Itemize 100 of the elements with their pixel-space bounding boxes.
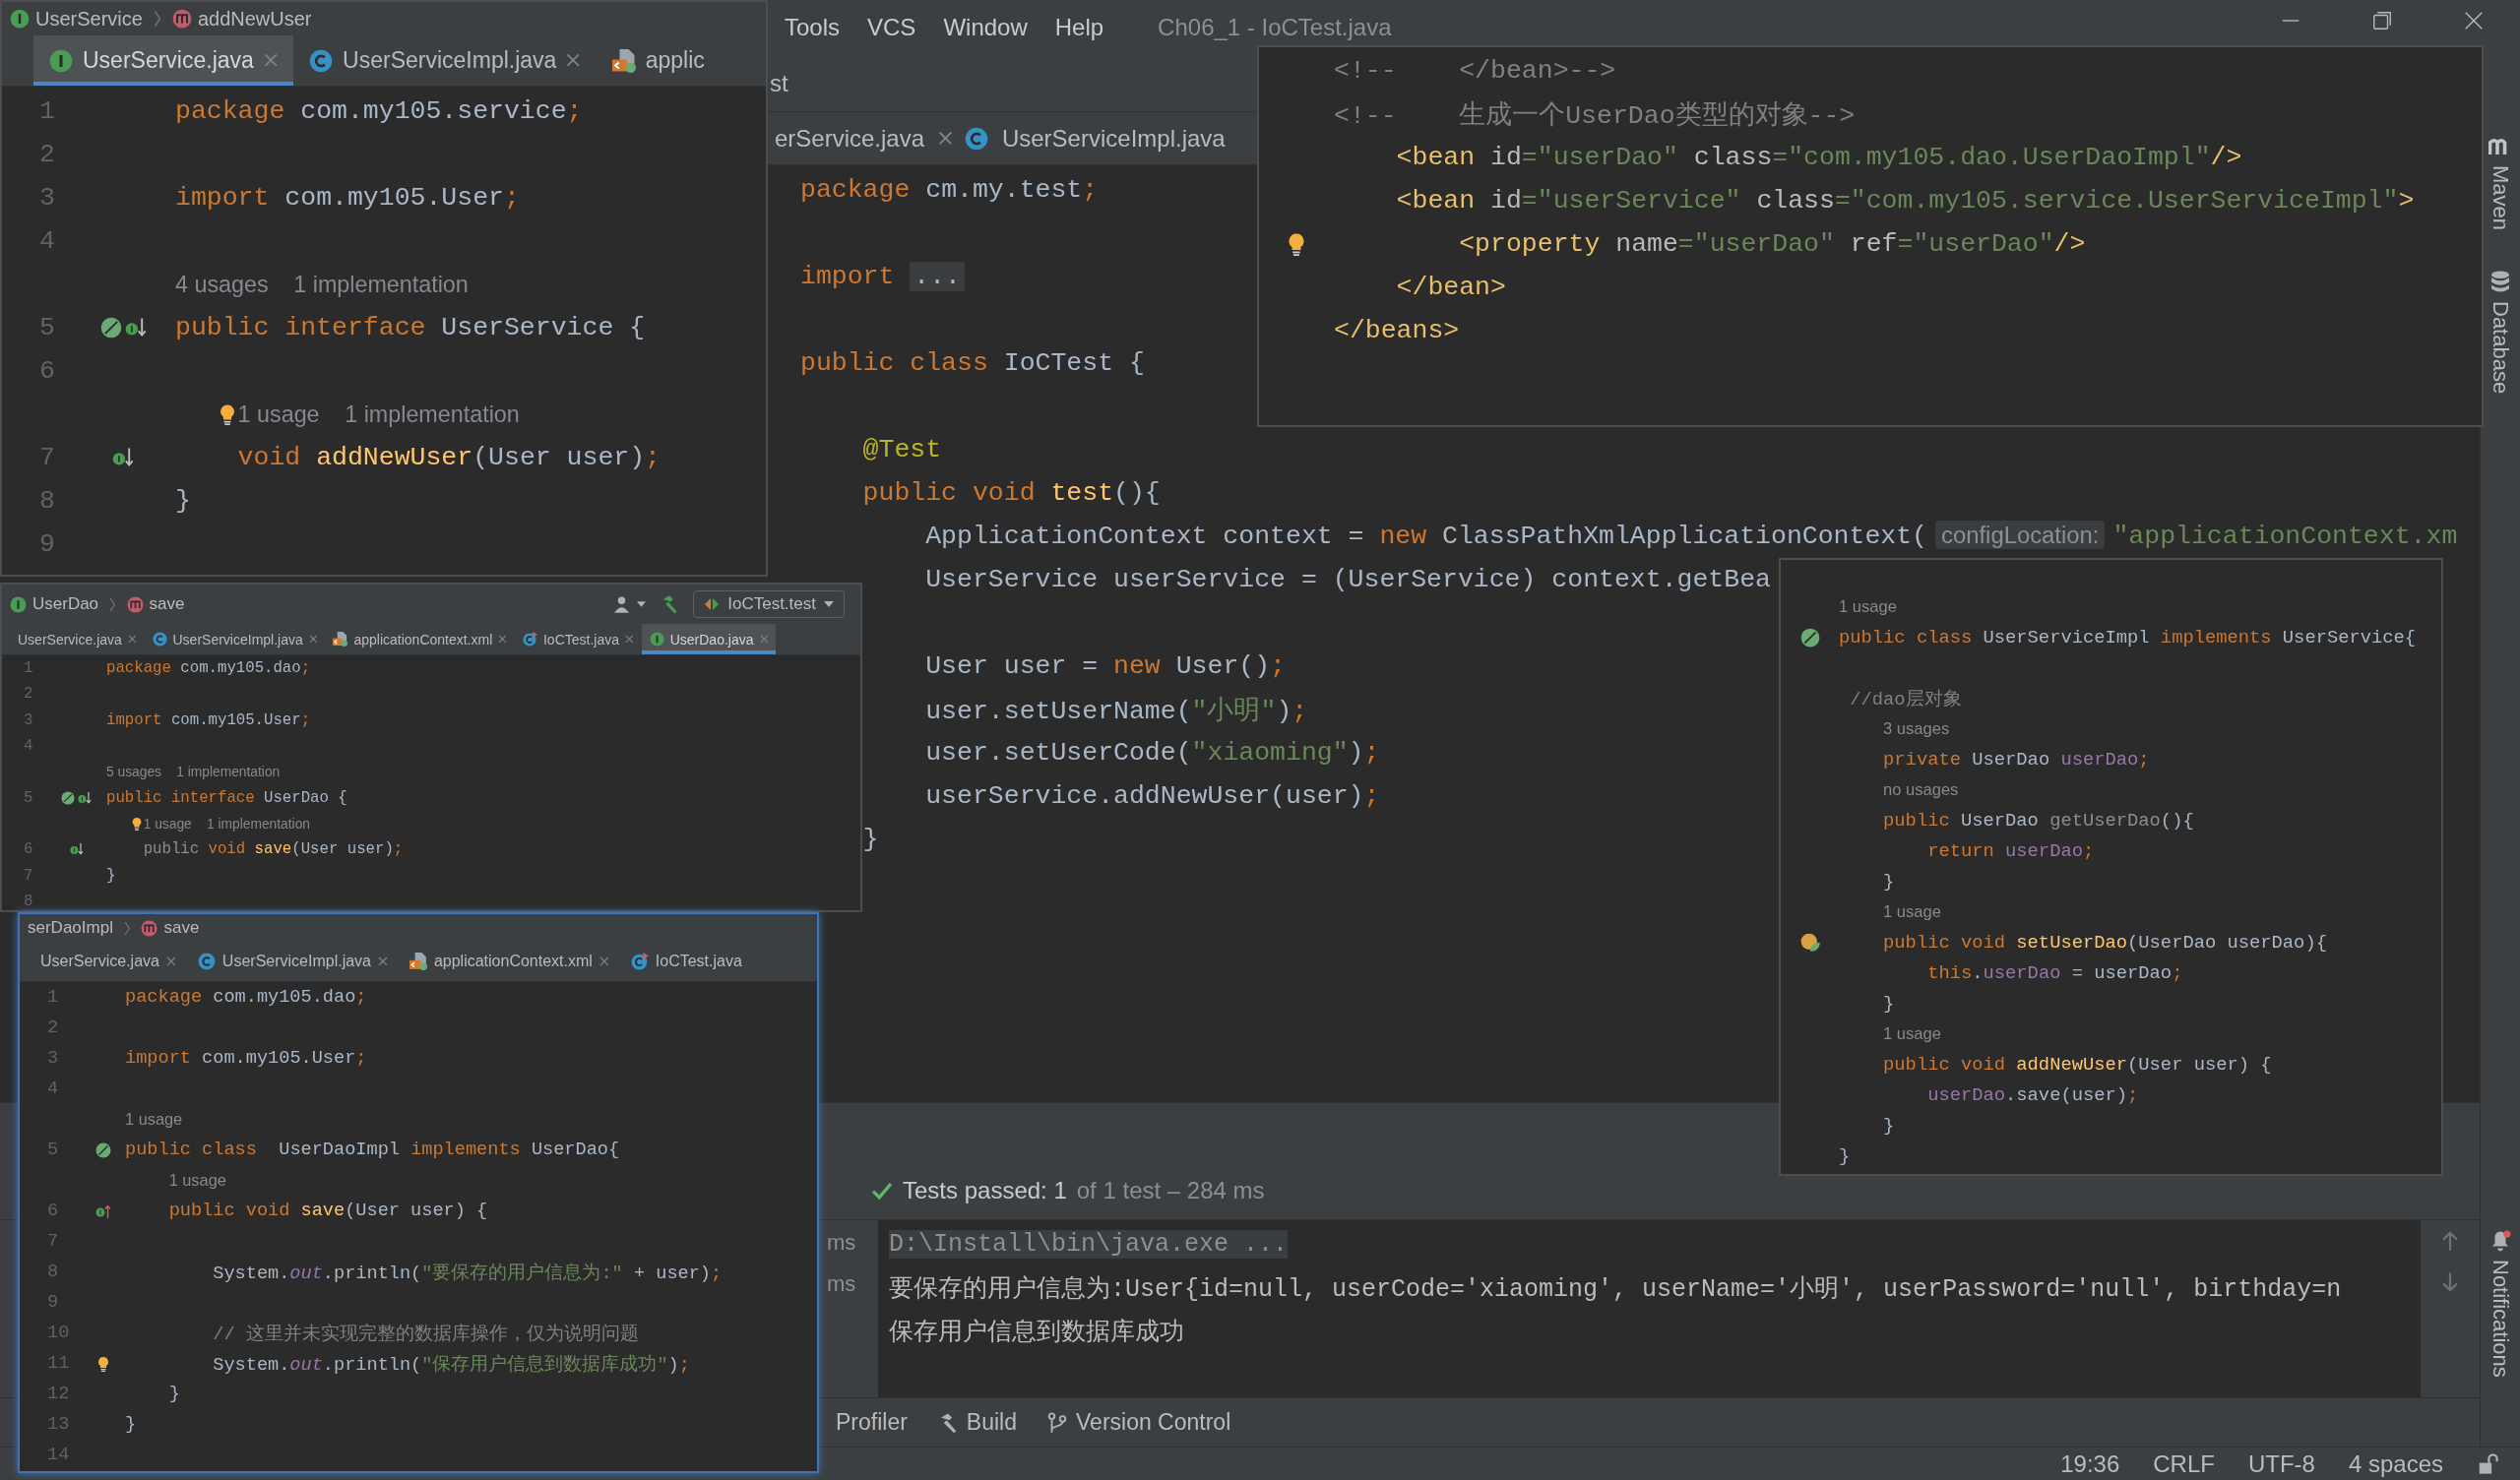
restore-icon[interactable] — [2371, 10, 2393, 31]
code-line: } — [1883, 1114, 1895, 1137]
class-icon — [197, 953, 216, 970]
code-line: this.userDao = userDao; — [1927, 961, 2183, 984]
xml-file-icon — [611, 48, 636, 73]
breadcrumb-item[interactable]: addNewUser — [171, 7, 312, 31]
editor-tab[interactable]: UserServiceImpl.java — [186, 942, 399, 981]
close-icon[interactable] — [165, 956, 176, 966]
line-number: 6 — [47, 1201, 59, 1221]
method-icon — [126, 595, 144, 613]
usage-hint[interactable]: 3 usages — [1883, 718, 1950, 739]
class-icon — [309, 48, 334, 73]
editor-tab[interactable]: UserServiceImpl.java — [144, 624, 326, 654]
usage-hint[interactable]: 1 implementation — [293, 271, 469, 298]
close-icon[interactable] — [308, 635, 318, 644]
close-icon[interactable] — [598, 956, 609, 966]
menu-item[interactable]: Help — [1054, 14, 1104, 41]
tool-window-button[interactable]: Maven — [2488, 134, 2513, 231]
class-icon — [964, 126, 988, 151]
line-number: 1 — [47, 987, 59, 1008]
editor-tab[interactable]: UserService.java — [10, 624, 145, 654]
editor-tab[interactable]: applicationContext.xml — [325, 624, 515, 654]
usage-hint[interactable]: 1 usage — [125, 1110, 183, 1129]
editor-tab[interactable]: IoCTest.java — [514, 624, 642, 654]
code-line: UserService userService = (UserService) context.getBea — [925, 565, 1771, 594]
code-line: public class UserServiceImpl implements UserService{ — [1839, 626, 2417, 648]
breadcrumb-item[interactable]: serDaoImpl — [28, 918, 113, 938]
editor-tab[interactable]: UserService.java — [30, 942, 187, 981]
console-line: 要保存的用户信息为:User{id=null, userCode='xiaoming', userName='小明', userPassword='null', birthday=n — [889, 1273, 2342, 1304]
close-icon[interactable] — [498, 635, 507, 644]
console-line: 保存用户信息到数据库成功 — [889, 1317, 1184, 1347]
tool-window-tab[interactable]: Build — [936, 1409, 1017, 1436]
status-item[interactable]: 19:36 — [2060, 1449, 2120, 1478]
editor-tab[interactable]: applicationContext.xml — [398, 942, 620, 981]
editor-tab[interactable]: erService.java — [769, 112, 959, 164]
usage-hint[interactable]: 5 usages — [106, 764, 161, 780]
usage-hint[interactable]: 1 usage — [143, 815, 192, 832]
status-item[interactable]: CRLF — [2153, 1449, 2215, 1478]
usage-hint[interactable]: 1 usage — [1883, 1023, 1941, 1044]
close-icon[interactable] — [2463, 10, 2485, 31]
status-item[interactable]: UTF-8 — [2247, 1449, 2315, 1478]
menu-item[interactable]: VCS — [867, 14, 916, 41]
breadcrumb-item[interactable]: save — [141, 918, 200, 938]
class-icon — [152, 632, 167, 647]
close-icon[interactable] — [566, 53, 581, 68]
code-line: package com.my105.service; — [175, 96, 583, 126]
run-config-dropdown[interactable]: IoCTest.test — [693, 590, 845, 618]
usage-hint[interactable]: no usages — [1883, 779, 1959, 800]
code-line: } — [1883, 992, 1895, 1015]
usage-hint[interactable]: 1 implementation — [345, 401, 520, 428]
breadcrumb-item[interactable]: save — [126, 594, 185, 614]
editor-tab[interactable]: UserServiceImpl.java — [293, 35, 597, 86]
separator-icon — [152, 9, 162, 29]
usage-hint[interactable]: 1 implementation — [206, 815, 310, 832]
tool-window-tab[interactable]: Version Control — [1046, 1409, 1231, 1436]
bell-icon — [2489, 1230, 2511, 1253]
code-line: public UserDao getUserDao(){ — [1883, 809, 2194, 832]
code-line: //dao层对象 — [1850, 687, 1962, 711]
tool-window-button[interactable]: Database — [2488, 270, 2513, 395]
line-number: 8 — [24, 892, 33, 910]
lock-icon[interactable] — [2477, 1452, 2498, 1475]
code-line: // 这里并未实现完整的数据库操作，仅为说明问题 — [213, 1323, 639, 1346]
usage-hint[interactable]: 4 usages — [175, 271, 269, 298]
code-line: user.setUserCode("xiaoming"); — [925, 738, 1380, 768]
line-number: 4 — [24, 737, 33, 756]
code-line: import ... — [800, 262, 966, 291]
usage-hint[interactable]: 1 usage — [237, 401, 320, 428]
editor-tab[interactable]: UserDao.java — [641, 624, 777, 654]
menu-item[interactable]: Tools — [785, 14, 841, 41]
navigation-label[interactable]: st — [770, 69, 788, 97]
editor-tab[interactable]: UserServiceImpl.java — [958, 112, 1231, 164]
close-icon[interactable] — [625, 635, 634, 644]
status-item[interactable]: 4 spaces — [2348, 1449, 2443, 1478]
editor-tab[interactable]: UserService.java — [33, 35, 294, 86]
tool-window-tab[interactable]: Profiler — [836, 1409, 908, 1436]
usage-hint[interactable]: 1 usage — [1839, 596, 1897, 617]
editor-tab[interactable]: IoCTest.java — [619, 942, 753, 981]
usage-hint[interactable]: 1 usage — [168, 1171, 226, 1190]
close-icon[interactable] — [127, 635, 137, 644]
code-line: package com.my105.dao; — [106, 659, 311, 678]
notifications-button[interactable]: Notifications — [2488, 1230, 2513, 1378]
close-icon[interactable] — [938, 131, 953, 146]
code-line: userService.addNewUser(user); — [925, 781, 1380, 811]
code-line: public void addNewUser(User user) { — [1883, 1053, 2272, 1076]
test-duration: ms — [827, 1229, 857, 1257]
caret-icon[interactable] — [637, 601, 647, 607]
code-line: return userDao; — [1927, 839, 2095, 862]
code-line: @Test — [862, 435, 942, 464]
breadcrumb-item[interactable]: UserDao — [10, 594, 99, 614]
code-line: public class IoCTest { — [800, 348, 1145, 378]
close-icon[interactable] — [378, 956, 388, 966]
menu-item[interactable]: Window — [943, 14, 1028, 41]
code-line: public void test(){ — [862, 478, 1161, 508]
usage-hint[interactable]: 1 implementation — [176, 764, 281, 780]
interface-icon — [10, 9, 30, 29]
usage-hint[interactable]: 1 usage — [1883, 901, 1941, 922]
editor-tab[interactable]: applic — [596, 35, 721, 86]
code-line: userDao.save(user); — [1927, 1083, 2139, 1106]
caret-icon — [824, 601, 834, 607]
breadcrumb-item[interactable]: UserService — [10, 7, 143, 31]
